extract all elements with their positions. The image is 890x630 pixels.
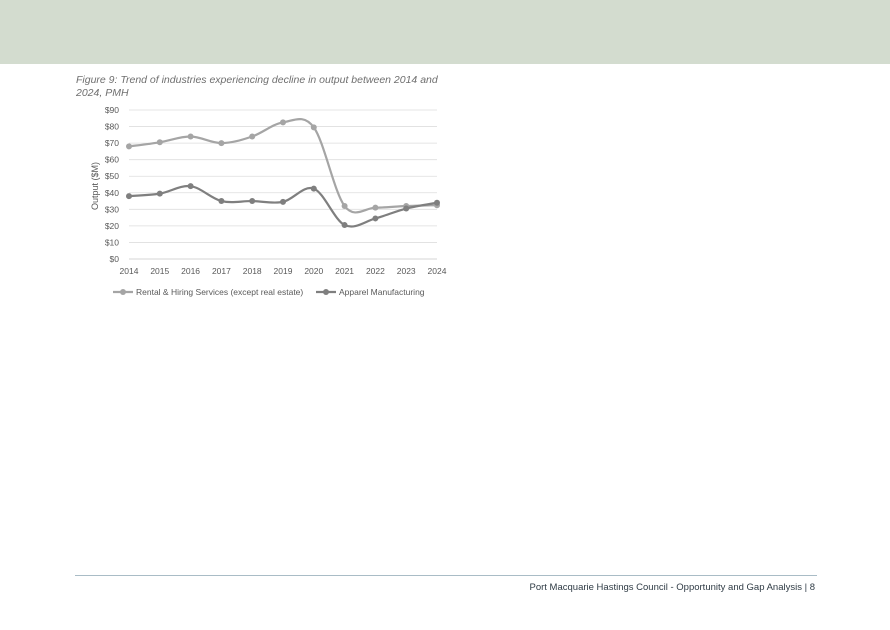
legend-item-2: Apparel Manufacturing [316,287,425,297]
footer-text: Port Macquarie Hastings Council - Opport… [529,582,816,593]
figure-caption: Figure 9: Trend of industries experienci… [76,74,438,99]
data-point [434,199,440,206]
x-axis-ticks: 2014 2015 2016 2017 2018 2019 2020 2021 2022 2023… [120,266,447,276]
y-tick-label: $80 [105,122,119,132]
x-tick-label: 2019 [274,266,293,276]
y-tick-label: $20 [105,221,119,231]
x-tick-label: 2017 [212,266,231,276]
data-point [187,133,194,140]
legend-swatch-marker [323,289,329,295]
data-point [310,185,317,192]
data-point [341,222,348,229]
legend-label: Rental & Hiring Services (except real es… [136,287,303,297]
y-tick-label: $0 [110,254,120,264]
data-point [310,124,317,131]
y-tick-label: $60 [105,155,119,165]
line-chart: $0$10$20$30$40$50$60$70$80$90 2014 2015 20… [90,105,447,297]
data-point [249,133,256,140]
series-2 [126,183,440,229]
data-point [403,205,410,212]
x-tick-label: 2023 [397,266,416,276]
y-tick-label: $70 [105,138,119,148]
legend-item-1: Rental & Hiring Services (except real es… [113,287,303,297]
data-point [372,204,379,211]
data-point [218,140,225,147]
data-point [218,198,225,205]
x-tick-label: 2022 [366,266,385,276]
data-point [372,215,379,222]
x-tick-label: 2014 [120,266,139,276]
legend-label: Apparel Manufacturing [339,287,425,297]
data-point [280,119,286,126]
grid-lines [129,109,437,260]
series-1 [126,118,440,214]
y-axis-ticks: $0 $10 $20 $30 $40 $50 $60 $70 $80 $90 [105,105,119,264]
footer-rule [75,575,817,576]
legend: Rental & Hiring Services (except real es… [113,287,425,297]
x-tick-label: 2018 [243,266,262,276]
y-tick-label: $30 [105,204,119,214]
data-point [341,203,348,210]
data-point [280,198,286,205]
data-point [187,183,194,190]
x-tick-label: 2024 [428,266,447,276]
data-point [249,198,256,205]
y-tick-label: $10 [105,237,119,247]
legend-swatch-marker [120,289,126,295]
y-tick-label: $50 [105,171,119,181]
x-tick-label: 2021 [335,266,354,276]
series-line [128,118,438,214]
y-tick-label: $40 [105,188,119,198]
data-point [126,143,132,150]
y-axis-label: Output ($M) [90,162,100,210]
series-lines [126,118,440,229]
x-tick-label: 2016 [181,266,200,276]
x-tick-label: 2020 [304,266,323,276]
data-point [156,190,163,197]
header-band [0,0,890,64]
data-point [126,193,132,200]
x-tick-label: 2015 [150,266,169,276]
y-tick-label: $90 [105,105,119,115]
data-point [156,139,163,146]
